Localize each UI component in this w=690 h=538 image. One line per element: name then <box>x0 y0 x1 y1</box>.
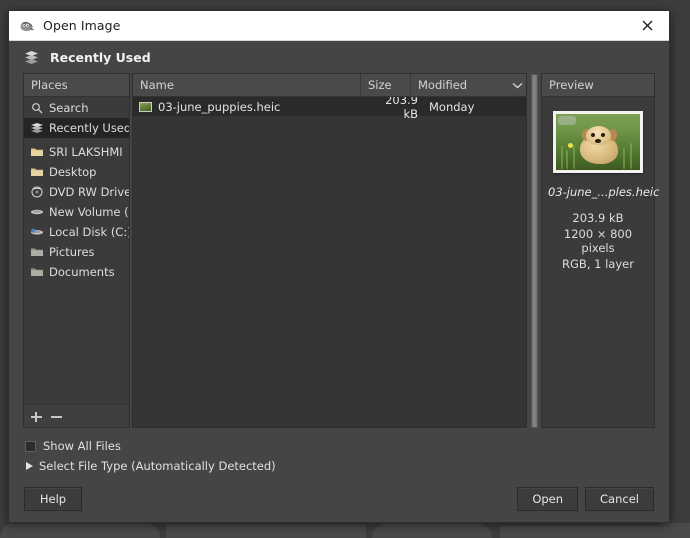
dialog-action-bar: Help Open Cancel <box>9 476 669 522</box>
splitter-grip[interactable] <box>530 73 538 428</box>
place-item-local-disk-c[interactable]: Local Disk (C:) <box>24 222 129 242</box>
dialog-titlebar: Open Image <box>9 11 669 41</box>
drive-icon <box>30 205 44 219</box>
recent-stack-icon <box>23 49 40 66</box>
thumb-grass <box>572 144 575 170</box>
preview-color-info: RGB, 1 layer <box>562 257 634 271</box>
table-row[interactable]: 03-june_puppies.heic 203.9 kB Monday <box>133 97 526 121</box>
file-list-rows[interactable]: 03-june_puppies.heic 203.9 kB Monday <box>133 97 526 427</box>
folder-grey-icon <box>30 265 44 279</box>
place-label: Local Disk (C:) <box>49 225 129 239</box>
folder-icon <box>30 145 44 159</box>
location-label: Recently Used <box>50 49 151 65</box>
panel-splitter-handle[interactable] <box>527 73 541 428</box>
place-item-new-volume[interactable]: New Volume (... <box>24 202 129 222</box>
recent-stack-icon <box>30 121 44 135</box>
optical-disc-icon <box>30 185 44 199</box>
preview-dimensions: 1200 × 800 pixels <box>563 227 633 255</box>
place-label: Pictures <box>49 245 95 259</box>
place-item-desktop[interactable]: Desktop <box>24 162 129 182</box>
place-label: Search <box>49 101 89 115</box>
search-icon <box>30 101 44 115</box>
file-modified-cell: Monday <box>429 99 475 114</box>
close-icon[interactable] <box>625 11 669 40</box>
backdrop-shape <box>660 523 690 538</box>
places-header: Places <box>24 74 129 97</box>
preview-header: Preview <box>542 74 654 97</box>
thumb-grass <box>629 143 632 169</box>
thumb-grass <box>561 146 564 169</box>
thumb-grass <box>623 147 626 169</box>
column-header-name[interactable]: Name <box>133 74 361 96</box>
select-file-type-expander[interactable]: Select File Type (Automatically Detected… <box>25 456 669 476</box>
thumb-puppy-snout <box>594 138 602 143</box>
places-panel: Places Search Recently Used SRI LAKSHMI … <box>23 73 130 428</box>
thumb-grass <box>566 149 569 169</box>
help-button[interactable]: Help <box>24 487 82 511</box>
folder-icon <box>30 165 44 179</box>
preview-content: 03-june_...ples.heic 203.9 kB 1200 × 800… <box>542 97 660 271</box>
cancel-button[interactable]: Cancel <box>585 487 654 511</box>
place-item-recently-used[interactable]: Recently Used <box>24 118 129 138</box>
show-all-files-label: Show All Files <box>43 439 121 453</box>
column-header-size[interactable]: Size <box>361 74 411 96</box>
backdrop-shape <box>500 526 680 538</box>
options-area: Show All Files Select File Type (Automat… <box>9 428 669 476</box>
checkbox-icon[interactable] <box>25 440 36 452</box>
backdrop-shape <box>0 523 160 538</box>
place-label: Documents <box>49 265 115 279</box>
location-header: Recently Used <box>9 41 669 73</box>
preview-filename: 03-june_...ples.heic <box>548 185 660 199</box>
thumb-background-patch <box>557 116 577 126</box>
thumb-flower <box>567 143 573 149</box>
preview-file-size: 203.9 kB <box>572 211 624 225</box>
dialog-title: Open Image <box>43 18 121 33</box>
file-list-panel: Name Size Modified 03-june_puppies.heic <box>132 73 527 428</box>
file-list-column-headers: Name Size Modified <box>133 74 526 97</box>
show-all-files-option[interactable]: Show All Files <box>25 436 669 456</box>
place-item-pictures[interactable]: Pictures <box>24 242 129 262</box>
place-item-sri-lakshmi[interactable]: SRI LAKSHMI <box>24 142 129 162</box>
preview-thumbnail-frame <box>553 111 643 173</box>
place-label: SRI LAKSHMI <box>49 145 123 159</box>
place-label: Desktop <box>49 165 97 179</box>
expander-triangle-icon[interactable] <box>26 462 33 470</box>
file-size-cell: 203.9 kB <box>385 97 418 121</box>
folder-grey-icon <box>30 245 44 259</box>
dialog-body: Recently Used Places Search Recently Use… <box>9 41 669 522</box>
column-header-modified[interactable]: Modified <box>411 74 508 96</box>
backdrop-shape <box>166 524 366 538</box>
open-image-dialog: Open Image Recently Used Places Search R… <box>8 10 670 523</box>
remove-place-button[interactable] <box>50 410 63 423</box>
file-name-text: 03-june_puppies.heic <box>158 99 281 114</box>
gimp-wilber-icon <box>19 18 35 34</box>
image-thumb-icon <box>139 101 152 112</box>
add-place-button[interactable] <box>30 410 43 423</box>
place-item-search[interactable]: Search <box>24 98 129 118</box>
place-item-dvd-rw-drive[interactable]: DVD RW Drive... <box>24 182 129 202</box>
place-item-documents[interactable]: Documents <box>24 262 129 282</box>
place-label: Recently Used <box>49 121 129 135</box>
places-footer <box>24 404 129 427</box>
system-drive-icon <box>30 225 44 239</box>
select-file-type-label: Select File Type (Automatically Detected… <box>39 459 276 473</box>
open-button[interactable]: Open <box>517 487 579 511</box>
backdrop-shape <box>372 523 492 538</box>
chevron-down-icon[interactable] <box>508 74 526 96</box>
file-name-cell: 03-june_puppies.heic <box>133 100 368 114</box>
place-label: DVD RW Drive... <box>49 185 129 199</box>
place-label: New Volume (... <box>49 205 129 219</box>
preview-thumbnail-image <box>556 114 640 170</box>
preview-panel: Preview 03-june_...ples.heic 203.9 kB 12… <box>541 73 660 428</box>
dialog-center: Places Search Recently Used SRI LAKSHMI … <box>9 73 669 428</box>
places-list: Search Recently Used SRI LAKSHMI Desktop… <box>24 97 129 404</box>
